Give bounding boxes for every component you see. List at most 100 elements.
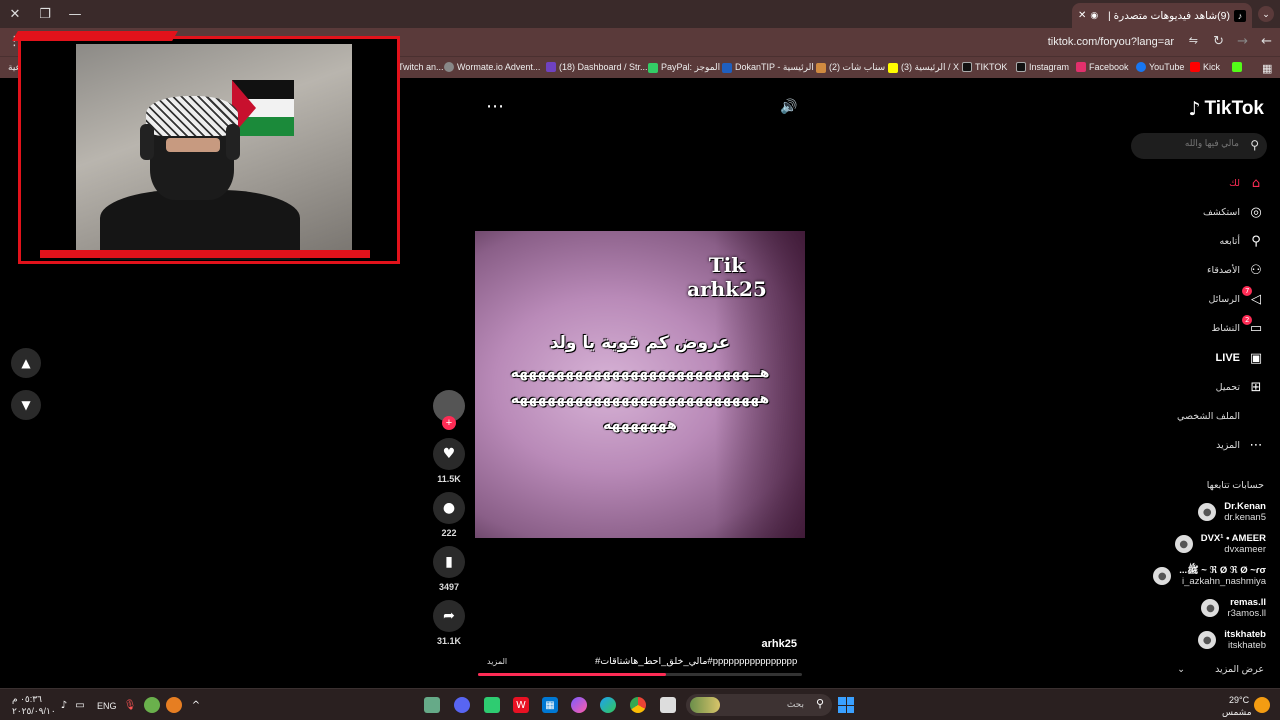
windows-start-icon[interactable] [838,697,854,713]
network-icon[interactable]: ▭ [72,697,88,713]
wps-icon[interactable]: W [513,697,529,713]
file-explorer-icon[interactable] [660,697,676,713]
compass-icon: ◎ [1250,204,1262,220]
reload-icon[interactable]: ↻ [1213,34,1224,49]
sidebar-nav-label: أتابعه [1219,235,1241,247]
kick-icon[interactable] [1232,62,1242,72]
copilot-icon[interactable] [571,697,587,713]
browser-tab-active[interactable]: ♪ (9)شاهد فيديوهات متصدرة | ◉ ✕ [1072,3,1252,28]
sidebar-nav-item[interactable]: الملف الشخصي [1177,406,1264,426]
previous-video-button[interactable]: ▲ [11,348,41,378]
bookmark-item[interactable]: Wormate.io Advent... [444,62,540,72]
bookmark-item[interactable]: YouTube [1136,62,1184,72]
dokantip-icon [722,62,732,73]
search-input[interactable] [1143,138,1239,148]
bookmark-item[interactable]: TIKTOK [962,62,1007,72]
tray-app-icon[interactable] [144,697,160,713]
followed-account[interactable]: ● Dr.Kenan dr.kenan5 [1198,501,1266,523]
bookmark-item[interactable]: Twitch an... [398,62,444,72]
video-watermark-tik: Tik [708,253,746,277]
comment-icon: ● [442,500,456,516]
taskbar-app-icon[interactable] [484,697,500,713]
close-window-icon[interactable]: ✕ [0,0,30,28]
sidebar-nav-item[interactable]: ⚇ الأصدقاء [1207,260,1264,280]
minimize-window-icon[interactable]: — [60,0,90,28]
upload-icon: ⊞ [1250,379,1262,395]
follow-plus-icon[interactable]: + [442,416,456,430]
account-name: ...ﷺ ~ ℜ Ø ℜ Ø ~ɾσ [1179,565,1266,576]
sidebar-nav-label: الرسائل [1208,293,1240,305]
tiktok-logo[interactable]: ♪ TikTok [1188,98,1264,120]
tab-search-icon[interactable]: ⌄ [1258,6,1274,22]
account-handle: dr.kenan5 [1224,512,1266,523]
sidebar-nav-label: الملف الشخصي [1177,410,1240,422]
tab-close-icon[interactable]: ✕ [1078,10,1086,21]
search-icon[interactable]: ⚲ [1250,138,1259,152]
clock-time[interactable]: ٠٥:٣٦ م [12,694,42,705]
bookmark-item[interactable]: (18) Dashboard / Str... [546,62,648,72]
video-overlay-text: عروض كم قوية يا ولد [549,333,731,353]
following-accounts-title: حسابات تتابعها [1206,480,1264,491]
video-progress-bar[interactable] [478,673,802,676]
activity-icon: ▭ 2 [1242,315,1264,336]
bookmark-item[interactable]: DokanTIP - الرئيسية [722,62,814,73]
taskbar-search[interactable]: بحث ⚲ [686,694,832,716]
sidebar-nav-item[interactable]: ◁ 7 الرسائل [1208,286,1264,309]
chrome-icon[interactable] [630,697,646,713]
language-indicator[interactable]: ENG [97,701,117,711]
sidebar-nav-item[interactable]: ⊞ تحميل [1216,377,1264,397]
followed-account[interactable]: ● itskhateb itskhateb [1198,629,1266,651]
video-more-options-icon[interactable]: ⋯ [486,96,504,117]
forward-icon[interactable]: → [1237,34,1248,49]
video-player[interactable]: Tik arhk25 عروض كم قوية يا ولد هــهههههه… [475,231,805,538]
sidebar-nav-item[interactable]: ⋯ المزيد [1216,435,1264,455]
speaker-icon[interactable]: ♪ [56,697,72,713]
restore-window-icon[interactable]: ❐ [30,0,60,28]
tray-app-icon[interactable] [166,697,182,713]
url-field[interactable]: tiktok.com/foryou?lang=ar [1048,36,1174,48]
bookmark-item[interactable]: (3) الرئيسية / X [888,62,959,73]
sidebar-nav-item[interactable]: ▣ LIVE [1216,348,1264,368]
user-plus-icon: ⚲ [1251,233,1261,249]
comment-button[interactable]: ● [433,492,465,524]
followed-account[interactable]: ● remas.ll r3amos.ll [1201,597,1266,619]
followed-account[interactable]: ● ...ﷺ ~ ℜ Ø ℜ Ø ~ɾσ i_azkahn_nashmiya [1153,565,1266,587]
clock-date[interactable]: ٢٠٢٥/٠٩/١٠ [12,706,56,717]
video-author[interactable]: arhk25 [700,638,797,650]
youtube-icon [1190,62,1200,72]
microphone-icon[interactable]: 🎙 [122,697,138,713]
weather-temperature[interactable]: 29°C [1229,695,1249,705]
taskbar-app-icon[interactable] [424,697,440,713]
sidebar-nav-item[interactable]: ⚲ أتابعه [1220,231,1265,251]
edge-icon[interactable] [600,697,616,713]
volume-icon[interactable]: 🔊 [780,99,797,115]
sidebar-nav-label: استكشف [1202,206,1240,218]
store-icon[interactable]: ▦ [542,697,558,713]
tab-mute-icon[interactable]: ◉ [1090,11,1098,21]
notification-badge: 7 [1242,286,1253,296]
followed-account[interactable]: ● DVX¹ • AMEER dvxameer [1174,533,1266,555]
back-icon[interactable]: ← [1261,34,1272,49]
like-button[interactable]: ♥ [433,438,465,470]
site-settings-icon[interactable]: ⇋ [1189,34,1198,47]
caption-more-button[interactable]: المزيد [487,657,507,666]
bookmark-item[interactable]: Kick [1190,62,1220,72]
weather-sun-icon[interactable] [1254,697,1270,713]
save-button[interactable]: ▮ [433,546,465,578]
sidebar-nav-item[interactable]: ▭ 2 النشاط [1211,315,1264,338]
account-text: DVX¹ • AMEER dvxameer [1201,533,1266,555]
save-count: 3497 [438,582,460,592]
bookmark-item[interactable]: PayPal: الموجز [648,62,720,73]
sidebar-nav-item[interactable]: ⌂ لك [1229,173,1264,193]
all-bookmarks-icon[interactable]: ▦ [1262,62,1272,75]
sidebar-nav-item[interactable]: ◎ استكشف [1203,202,1264,222]
next-video-button[interactable]: ▼ [11,390,41,420]
see-more-button[interactable]: عرض المزيد ⌄ [1177,664,1264,675]
weather-condition[interactable]: مشمس [1222,707,1252,718]
chevron-up-icon[interactable]: ^ [188,697,204,713]
share-button[interactable]: ➦ [433,600,465,632]
bookmark-item[interactable]: Instagram [1016,62,1069,72]
bookmark-item[interactable]: (2) سناب شات [816,62,885,73]
bookmark-item[interactable]: Facebook [1076,62,1129,72]
discord-icon[interactable] [454,697,470,713]
